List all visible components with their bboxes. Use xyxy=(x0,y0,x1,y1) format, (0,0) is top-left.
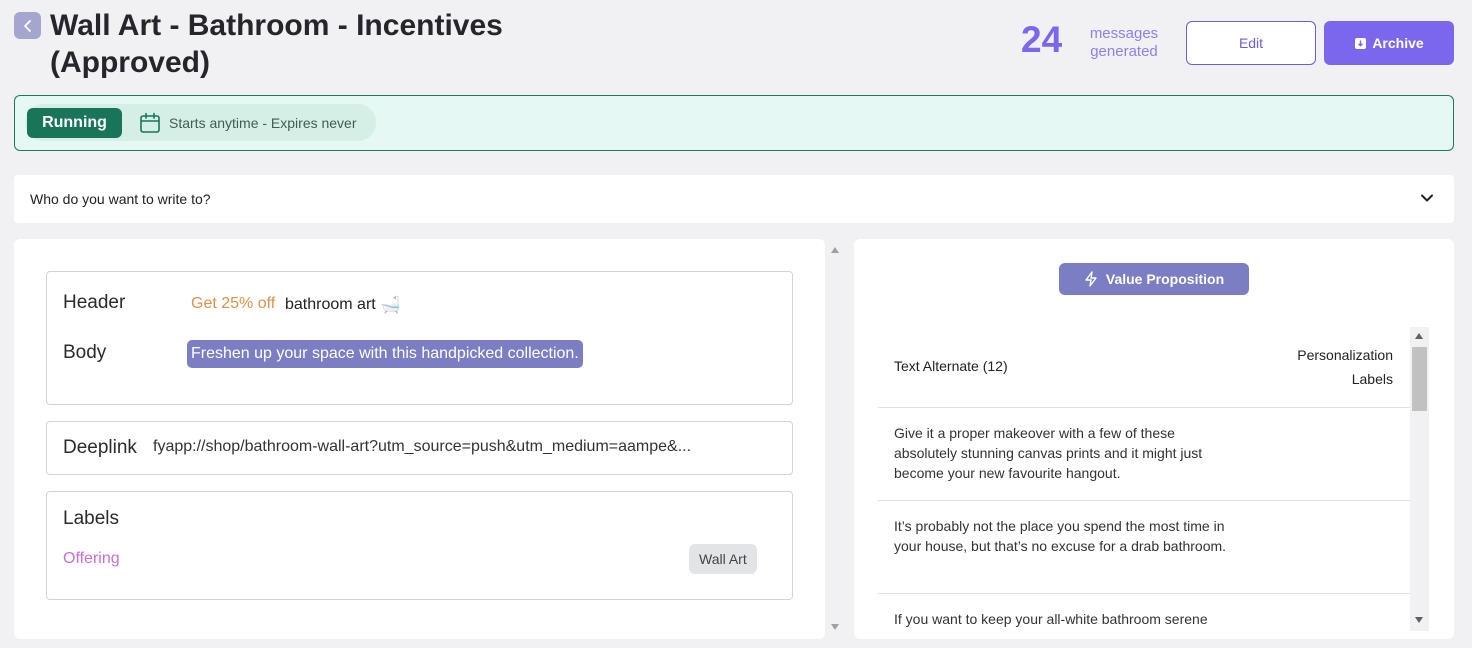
value-proposition-label: Value Proposition xyxy=(1105,271,1225,287)
header-text: bathroom art xyxy=(285,296,376,313)
row-divider xyxy=(878,407,1410,408)
message-panel: Header Get 25% off bathroom art 🛁 Body F… xyxy=(14,239,825,639)
header-text-group: bathroom art 🛁 xyxy=(285,295,401,315)
body-label: Body xyxy=(63,342,107,363)
left-scrollbar[interactable] xyxy=(826,239,846,639)
row-divider xyxy=(878,500,1410,501)
label-category: Offering xyxy=(63,550,120,567)
column-header-personalization-labels[interactable]: Personalization Labels xyxy=(1284,343,1393,391)
messages-count: 24 xyxy=(1021,19,1063,60)
running-status-badge: Running xyxy=(27,108,122,138)
archive-button-label: Archive xyxy=(1372,35,1424,51)
audience-question: Who do you want to write to? xyxy=(30,191,211,207)
archive-button[interactable]: Archive xyxy=(1324,21,1454,65)
deeplink-label: Deeplink xyxy=(63,437,137,458)
calendar-icon xyxy=(140,112,160,133)
labels-title: Labels xyxy=(63,508,119,529)
value-proposition-button[interactable]: Value Proposition xyxy=(1059,263,1249,295)
lightning-icon xyxy=(1085,271,1097,287)
header-label: Header xyxy=(63,292,126,313)
column-header-text-alternate[interactable]: Text Alternate (12) xyxy=(894,358,1008,374)
content-card: Header Get 25% off bathroom art 🛁 Body F… xyxy=(46,271,793,405)
archive-icon xyxy=(1355,37,1367,49)
audience-accordion[interactable]: Who do you want to write to? xyxy=(14,175,1454,223)
back-button[interactable] xyxy=(14,12,41,39)
messages-count-label: messages generated xyxy=(1089,25,1159,60)
table-row[interactable]: It’s probably not the place you spend th… xyxy=(894,516,1239,556)
scroll-down-arrow-icon[interactable] xyxy=(831,624,839,630)
status-bar: Running Starts anytime - Expires never xyxy=(14,95,1454,151)
chevron-down-icon[interactable] xyxy=(1420,193,1434,203)
scroll-up-arrow-icon[interactable] xyxy=(1415,333,1423,339)
deeplink-value[interactable]: fyapp://shop/bathroom-wall-art?utm_sourc… xyxy=(153,438,691,456)
body-text-chip[interactable]: Freshen up your space with this handpick… xyxy=(187,340,583,368)
deeplink-card: Deeplink fyapp://shop/bathroom-wall-art?… xyxy=(46,421,793,475)
schedule-text: Starts anytime - Expires never xyxy=(169,115,357,131)
table-scrollbar[interactable] xyxy=(1410,327,1429,631)
scroll-up-arrow-icon[interactable] xyxy=(831,247,839,253)
row-divider xyxy=(878,593,1410,594)
header-highlight[interactable]: Get 25% off xyxy=(191,295,275,313)
labels-card: Labels Offering Wall Art xyxy=(46,491,793,600)
scroll-down-arrow-icon[interactable] xyxy=(1415,617,1423,623)
table-row[interactable]: Give it a proper makeover with a few of … xyxy=(894,423,1239,483)
value-proposition-panel: Value Proposition Text Alternate (12) Pe… xyxy=(854,239,1454,639)
page-title: Wall Art - Bathroom - Incentives (Approv… xyxy=(50,9,503,79)
edit-button-label: Edit xyxy=(1238,35,1264,51)
bathtub-emoji: 🛁 xyxy=(380,297,401,314)
edit-button[interactable]: Edit xyxy=(1186,21,1316,65)
chevron-left-icon xyxy=(23,19,31,32)
label-chip-wall-art[interactable]: Wall Art xyxy=(689,544,757,574)
scrollbar-thumb[interactable] xyxy=(1412,347,1427,411)
table-row[interactable]: If you want to keep your all-white bathr… xyxy=(894,609,1239,639)
